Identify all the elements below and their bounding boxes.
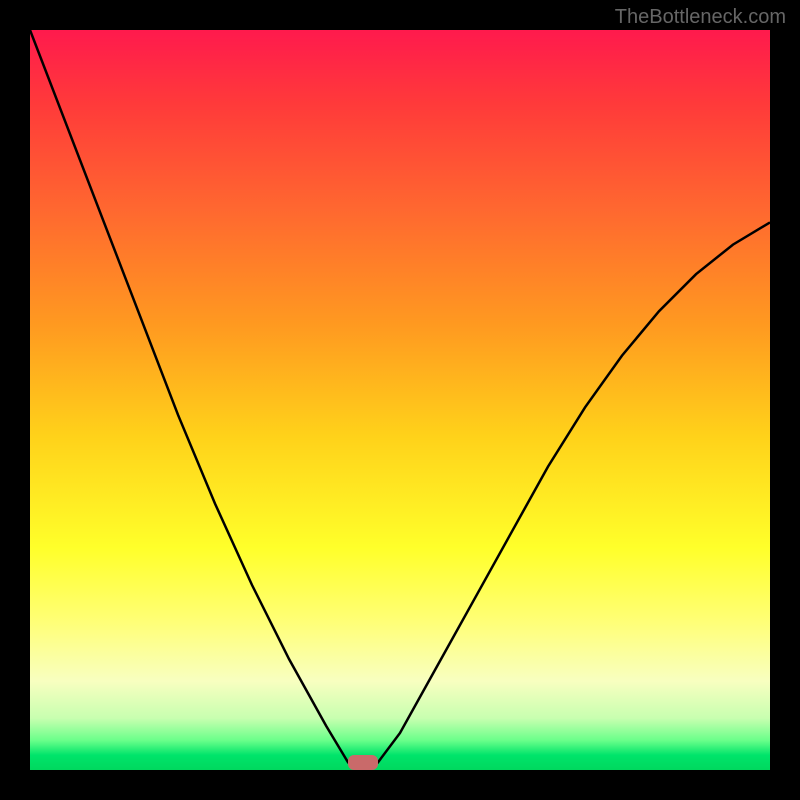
- bottleneck-marker: [348, 755, 378, 770]
- watermark-text: TheBottleneck.com: [615, 6, 786, 29]
- bottleneck-curve-path: [30, 30, 770, 770]
- bottleneck-chart: [30, 30, 770, 770]
- chart-curve-svg: [30, 30, 770, 770]
